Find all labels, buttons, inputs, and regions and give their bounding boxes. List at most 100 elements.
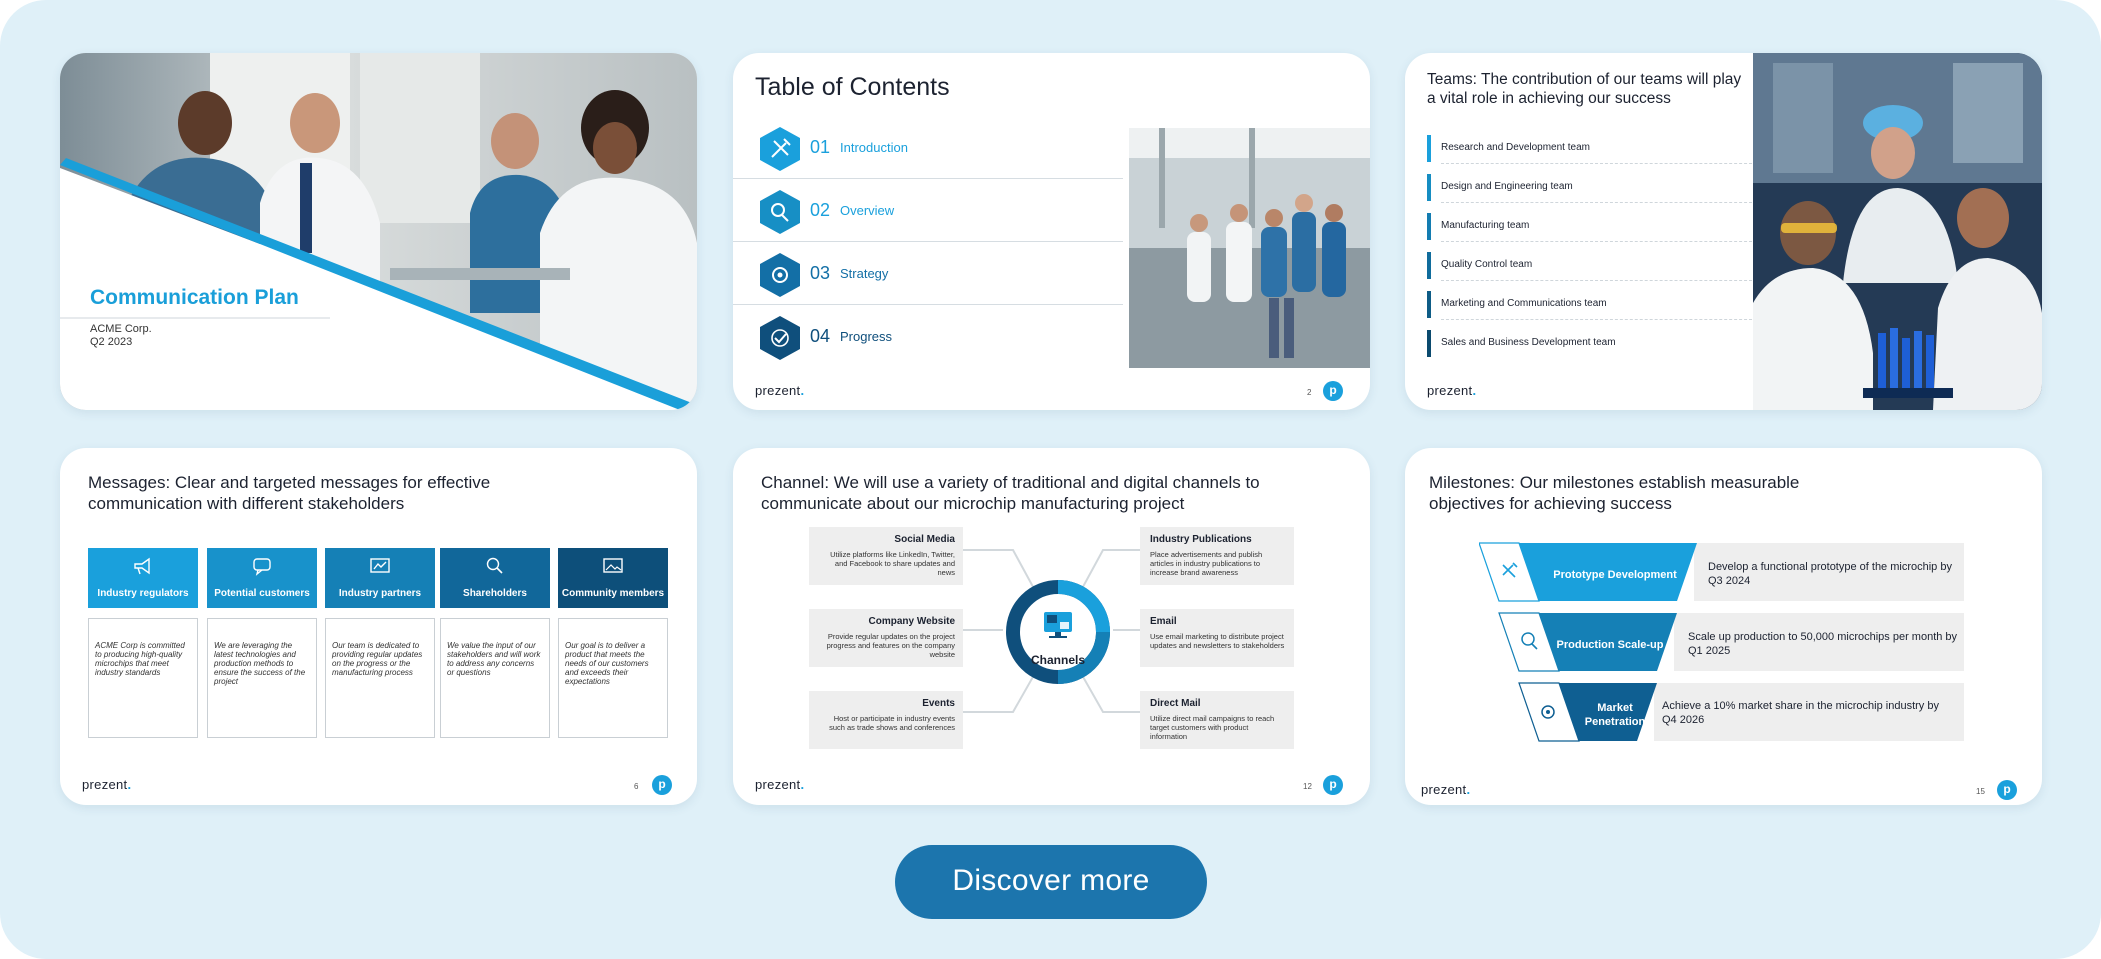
message-header: Industry regulators [88, 548, 198, 608]
prezent-badge-icon: p [1323, 381, 1343, 401]
milestone-label: Production Scale-up [1556, 639, 1664, 651]
channel-name: Events [922, 698, 955, 709]
message-header-label: Shareholders [463, 588, 527, 599]
slide-title: Milestones: Our milestones establish mea… [1429, 473, 1800, 513]
page-number: 12 [1303, 782, 1312, 791]
channel-name: Social Media [894, 534, 955, 545]
prezent-badge-icon: p [1323, 775, 1343, 795]
prezent-logo: prezent. [755, 383, 805, 398]
slide-milestones[interactable]: Milestones: Our milestones establish mea… [1405, 448, 2042, 805]
accent-bar [1427, 135, 1431, 162]
message-header: Community members [558, 548, 668, 608]
team-item: Research and Development team [1427, 133, 1757, 164]
toc-item[interactable]: 01 Introduction [733, 117, 1123, 179]
message-header: Potential customers [207, 548, 317, 608]
toc-number: 03 [810, 263, 831, 283]
message-card: Our team is dedicated to providing regul… [325, 618, 435, 738]
team-item: Sales and Business Development team [1427, 328, 1757, 359]
team-label: Manufacturing team [1441, 220, 1530, 231]
page-number: 2 [1307, 388, 1312, 397]
check-icon [760, 316, 800, 360]
message-text: We are leveraging the latest technologie… [214, 641, 306, 686]
channel-name: Industry Publications [1150, 534, 1252, 545]
message-card: Our goal is to deliver a product that me… [558, 618, 668, 738]
chart-icon [370, 558, 390, 573]
channels-diagram [953, 549, 1163, 713]
divider [1441, 202, 1757, 203]
message-text: We value the input of our stakeholders a… [447, 641, 541, 677]
channel-card: Email Use email marketing to distribute p… [1140, 609, 1294, 667]
channel-desc: Utilize direct mail campaigns to reach t… [1150, 714, 1275, 741]
divider [1441, 241, 1757, 242]
lab-scientists-photo [1753, 53, 2042, 410]
cover-title: Communication Plan [90, 286, 299, 309]
cover-company: ACME Corp. [90, 323, 152, 335]
toc-item[interactable]: 02 Overview [733, 180, 1123, 242]
team-item: Design and Engineering team [1427, 172, 1757, 203]
page-number: 15 [1976, 787, 1985, 796]
divider [1441, 163, 1757, 164]
prezent-badge-icon: p [652, 775, 672, 795]
channel-card: Direct Mail Utilize direct mail campaigns… [1140, 691, 1294, 749]
milestone-desc: Scale up production to 50,000 microchips… [1688, 631, 1958, 657]
slide-table-of-contents[interactable]: Table of Contents 01 Introduction 02 Ove… [733, 53, 1370, 410]
divider [1441, 319, 1757, 320]
prezent-logo: prezent. [755, 777, 805, 792]
accent-bar [1427, 291, 1431, 318]
team-walking-photo [1129, 128, 1370, 368]
page-number: 6 [634, 782, 639, 791]
team-label: Research and Development team [1441, 142, 1590, 153]
slide-channels[interactable]: Channel: We will use a variety of tradit… [733, 448, 1370, 805]
discover-more-button[interactable]: Discover more [895, 845, 1207, 919]
channel-card: Social Media Utilize platforms like Linke… [809, 527, 963, 585]
accent-bar [1427, 213, 1431, 240]
chat-icon [253, 558, 271, 576]
message-card: We value the input of our stakeholders a… [440, 618, 550, 738]
message-card: We are leveraging the latest technologie… [207, 618, 317, 738]
channels-center-label: Channels [1030, 653, 1085, 667]
team-label: Quality Control team [1441, 259, 1533, 270]
team-item: Quality Control team [1427, 250, 1757, 281]
channel-name: Company Website [868, 616, 956, 627]
megaphone-icon [134, 557, 150, 575]
team-label: Marketing and Communications team [1441, 298, 1607, 309]
channel-card: Events Host or participate in industry ev… [809, 691, 963, 749]
message-text: Our goal is to deliver a product that me… [565, 641, 649, 686]
message-header: Shareholders [440, 548, 550, 608]
message-header-label: Community members [561, 588, 665, 599]
slide-title: Messages: Clear and targeted messages fo… [88, 473, 491, 513]
channel-desc: Provide regular updates on the project p… [826, 632, 955, 659]
channel-desc: Use email marketing to distribute projec… [1150, 632, 1285, 650]
tools-icon [760, 127, 800, 171]
channel-desc: Host or participate in industry events s… [829, 714, 955, 732]
message-text: ACME Corp is committed to producing high… [95, 641, 185, 677]
team-label: Design and Engineering team [1441, 181, 1573, 192]
toc-label: Strategy [840, 266, 889, 281]
message-header: Industry partners [325, 548, 435, 608]
channel-card: Company Website Provide regular updates o… [809, 609, 963, 667]
prezent-badge-icon: p [1997, 780, 2017, 800]
milestone-label: Prototype Development [1553, 569, 1677, 581]
toc-item[interactable]: 04 Progress [733, 306, 1123, 368]
toc-number: 04 [810, 326, 831, 346]
slide-teams[interactable]: Teams: The contribution of our teams wil… [1405, 53, 2042, 410]
milestone-desc: Achieve a 10% market share in the microc… [1662, 700, 1939, 726]
toc-number: 01 [810, 137, 831, 157]
slide-title: Channel: We will use a variety of tradit… [761, 473, 1260, 513]
slide-cover[interactable]: Communication Plan ACME Corp. Q2 2023 [60, 53, 697, 410]
search-icon [486, 557, 503, 574]
divider [733, 241, 1123, 242]
prezent-logo: prezent. [82, 777, 132, 792]
gear-icon [760, 253, 800, 297]
milestone-desc: Develop a functional prototype of the mi… [1708, 561, 1952, 587]
channel-desc: Place advertisements and publish article… [1150, 550, 1263, 577]
slide-messages[interactable]: Messages: Clear and targeted messages fo… [60, 448, 697, 805]
message-header-label: Potential customers [214, 588, 310, 599]
cover-photo [60, 53, 697, 410]
toc-item[interactable]: 03 Strategy [733, 243, 1123, 305]
cover-quarter: Q2 2023 [90, 336, 133, 348]
accent-bar [1427, 252, 1431, 279]
message-text: Our team is dedicated to providing regul… [332, 641, 423, 677]
prezent-logo: prezent. [1421, 782, 1471, 797]
divider [733, 304, 1123, 305]
